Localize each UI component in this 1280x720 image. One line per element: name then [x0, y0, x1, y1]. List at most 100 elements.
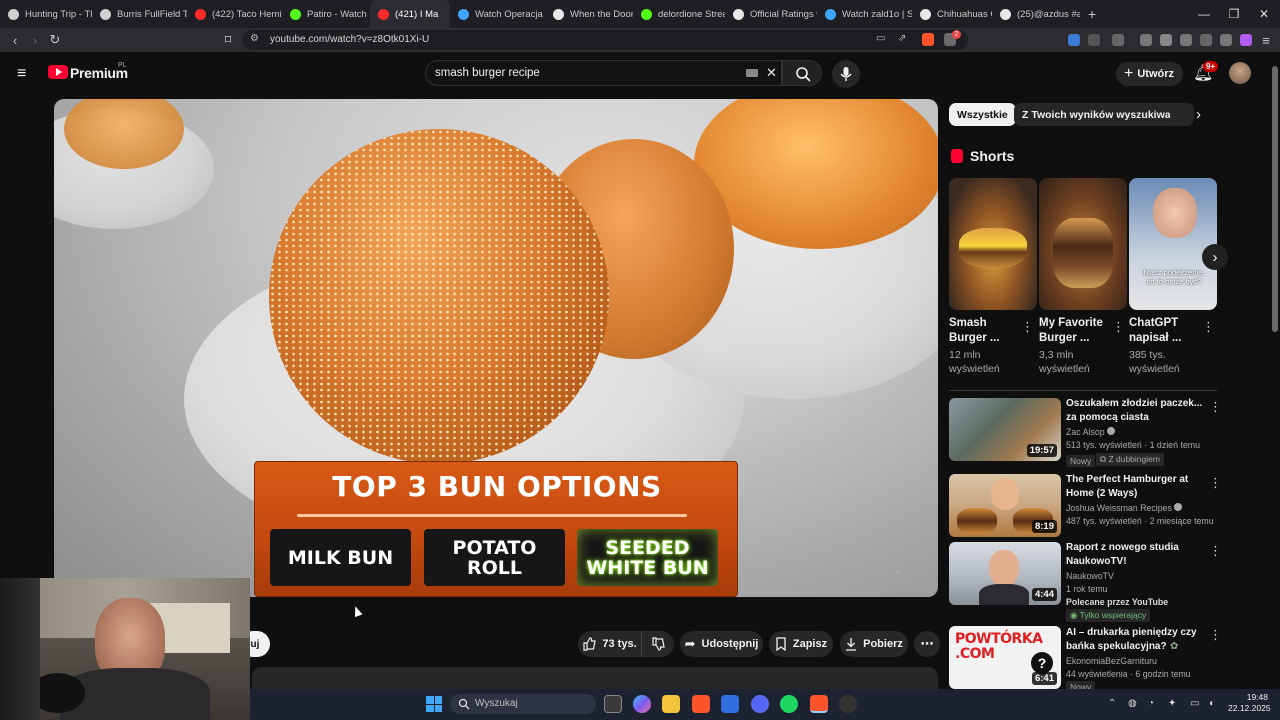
chip-partial[interactable]	[1170, 103, 1188, 126]
share-page-icon[interactable]: ⇗	[898, 33, 906, 44]
install-app-icon[interactable]: ▭	[876, 33, 885, 44]
avatar[interactable]	[1229, 62, 1251, 84]
discord-icon[interactable]	[751, 695, 769, 713]
sidebar-icon[interactable]	[1160, 34, 1172, 46]
vpn-icon[interactable]	[1220, 34, 1232, 46]
video-thumbnail[interactable]: 8:19	[949, 474, 1061, 537]
search-button[interactable]	[782, 60, 822, 86]
short-menu-icon[interactable]: ⋮	[1021, 320, 1034, 333]
minimize-icon[interactable]: —	[1188, 0, 1220, 28]
video-title[interactable]: The Perfect Hamburger at Home (2 Ways)	[1066, 473, 1206, 501]
extensions-puzzle-icon[interactable]	[1088, 34, 1100, 46]
chip-from-search[interactable]: Z Twoich wyników wyszukiwania	[1014, 103, 1194, 126]
video-title[interactable]: Raport z nowego studia NaukowoTV!	[1066, 541, 1206, 569]
windows-start-icon[interactable]	[426, 696, 442, 712]
download-button[interactable]: Pobierz	[840, 631, 908, 657]
reload-icon[interactable]: ↻	[47, 32, 63, 48]
volume-icon[interactable]: ◖	[1208, 698, 1214, 709]
obs-icon[interactable]	[839, 695, 857, 713]
video-title[interactable]: AI – drukarka pieniędzy czy bańka spekul…	[1066, 626, 1206, 654]
menu-icon[interactable]: ≡	[1258, 32, 1274, 48]
like-button[interactable]: 73 tys.	[578, 631, 641, 657]
brave-browser-icon[interactable]	[692, 695, 710, 713]
brave-active-icon[interactable]	[810, 695, 828, 713]
short-menu-icon[interactable]: ⋮	[1202, 320, 1215, 333]
browser-tab[interactable]: When the Door C	[545, 0, 633, 28]
close-window-icon[interactable]: ✕	[1248, 0, 1280, 28]
share-button[interactable]: ➦ Udostępnij	[680, 631, 763, 657]
site-settings-icon[interactable]: ⚙	[250, 33, 259, 44]
clear-search-icon[interactable]: ✕	[766, 65, 777, 81]
tray-app-icon[interactable]: ✦	[1168, 698, 1176, 709]
search-input[interactable]: smash burger recipe ✕	[425, 60, 782, 86]
file-explorer-icon[interactable]	[662, 695, 680, 713]
short-title[interactable]: ChatGPT napisał ...	[1129, 316, 1203, 346]
tray-app-icon[interactable]: ◍	[1128, 698, 1137, 709]
tray-overflow-icon[interactable]: ⌃	[1108, 698, 1116, 709]
brave-shields-icon[interactable]	[922, 33, 934, 46]
wallet-icon[interactable]	[1180, 34, 1192, 46]
browser-tab[interactable]: (422) Taco Hemin	[187, 0, 282, 28]
video-menu-icon[interactable]: ⋮	[1209, 628, 1222, 641]
short-title[interactable]: Smash Burger ...	[949, 316, 1023, 346]
page-scrollbar[interactable]	[1270, 52, 1280, 689]
forward-icon[interactable]: ›	[27, 32, 43, 48]
shorts-next-button[interactable]: ›	[1202, 244, 1228, 270]
copilot-icon[interactable]	[633, 695, 651, 713]
channel-name[interactable]: Joshua Weissman Recipes	[1066, 502, 1216, 515]
channel-name[interactable]: NaukowoTV	[1066, 570, 1216, 583]
video-thumbnail[interactable]: POWTÓRKA .COM ? 6:41	[949, 626, 1061, 689]
browser-tab[interactable]: Watch zald1o | St	[817, 0, 912, 28]
store-icon[interactable]	[721, 695, 739, 713]
save-button[interactable]: Zapisz	[769, 631, 833, 657]
network-icon[interactable]: ▭	[1190, 698, 1199, 709]
short-thumbnail[interactable]	[1039, 178, 1127, 310]
browser-tab[interactable]: Burris FullField TA	[92, 0, 187, 28]
browser-tab[interactable]: delordione Strea	[633, 0, 725, 28]
video-menu-icon[interactable]: ⋮	[1209, 476, 1222, 489]
keyboard-icon[interactable]	[746, 69, 758, 77]
back-icon[interactable]: ‹	[7, 32, 23, 48]
clock[interactable]: 19:48 22.12.2025	[1228, 692, 1271, 714]
voice-search-button[interactable]	[832, 60, 860, 88]
tray-app-icon[interactable]: ◔	[1148, 698, 1154, 709]
video-player[interactable]: ⌐ TOP 3 BUN OPTIONS MILK BUN POTATO ROLL…	[54, 99, 938, 597]
maximize-icon[interactable]: ❐	[1218, 0, 1250, 28]
browser-tab[interactable]: Official Ratings w	[725, 0, 817, 28]
address-bar[interactable]: ⚙ youtube.com/watch?v=z8Otk01Xi-U ▭ ⇗ 2	[242, 30, 968, 50]
browser-tab[interactable]: Patiro - Watch cli	[282, 0, 370, 28]
create-button[interactable]: + Utwórz	[1116, 62, 1183, 86]
leo-ai-icon[interactable]	[1240, 34, 1252, 46]
new-tab-button[interactable]: +	[1080, 0, 1104, 28]
short-title[interactable]: My Favorite Burger ...	[1039, 316, 1113, 346]
extension-icon[interactable]	[1068, 34, 1080, 46]
channel-name[interactable]: Zac Alsop	[1066, 426, 1216, 439]
browser-tab[interactable]: Hunting Trip - Th	[0, 0, 92, 28]
short-thumbnail[interactable]	[949, 178, 1037, 310]
video-thumbnail[interactable]: 19:57	[949, 398, 1061, 461]
hamburger-menu-icon[interactable]: ≡	[17, 66, 26, 82]
media-icon[interactable]	[1140, 34, 1152, 46]
youtube-logo-icon[interactable]	[48, 65, 68, 79]
description-box[interactable]	[252, 667, 938, 689]
task-view-icon[interactable]	[604, 695, 622, 713]
extension-icon[interactable]	[1200, 34, 1212, 46]
chevron-right-icon[interactable]: ›	[1196, 106, 1201, 123]
browser-tab[interactable]: Watch Operacja D	[450, 0, 545, 28]
video-thumbnail[interactable]: 4:44	[949, 542, 1061, 605]
bookmark-icon[interactable]: ⌑	[220, 32, 236, 48]
scrollbar-thumb[interactable]	[1272, 66, 1278, 332]
video-menu-icon[interactable]: ⋮	[1209, 544, 1222, 557]
chip-all[interactable]: Wszystkie	[949, 103, 1016, 126]
short-thumbnail[interactable]: Masz podejrzenie, co to może być?	[1129, 178, 1217, 310]
extension-icon[interactable]	[1112, 34, 1124, 46]
taskbar-search[interactable]: Wyszukaj	[450, 694, 596, 714]
browser-tab[interactable]: (421) I Ma✕	[370, 0, 450, 28]
browser-tab[interactable]: (25)@azdus #azd	[992, 0, 1080, 28]
video-title[interactable]: Oszukałem złodziei paczek... za pomocą c…	[1066, 397, 1206, 425]
dislike-button[interactable]	[641, 631, 674, 657]
video-menu-icon[interactable]: ⋮	[1209, 400, 1222, 413]
browser-tab[interactable]: Chihuahuas Get	[912, 0, 992, 28]
short-menu-icon[interactable]: ⋮	[1112, 320, 1125, 333]
channel-name[interactable]: EkonomiaBezGarnituru	[1066, 655, 1216, 668]
